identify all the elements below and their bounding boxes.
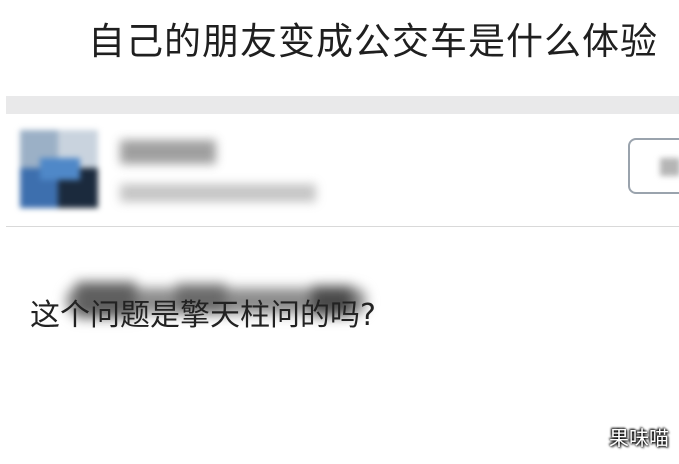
- follow-icon: [660, 158, 679, 176]
- follow-button[interactable]: [628, 138, 679, 194]
- author-row: [6, 114, 679, 226]
- row-divider: [6, 226, 679, 227]
- author-bio-blurred: [120, 184, 316, 202]
- screenshot-page: 自己的朋友变成公交车是什么体验 这个问题是擎天柱问的吗? 果味喵: [0, 0, 679, 464]
- question-title[interactable]: 自己的朋友变成公交车是什么体验: [88, 18, 658, 66]
- watermark: 果味喵: [609, 426, 669, 450]
- author-name-blurred[interactable]: [120, 140, 216, 164]
- avatar[interactable]: [20, 130, 98, 208]
- question-header: 自己的朋友变成公交车是什么体验: [0, 0, 679, 96]
- answer-body-text: 这个问题是擎天柱问的吗?: [30, 298, 376, 333]
- section-divider: [6, 96, 679, 114]
- answer-card: [6, 114, 679, 464]
